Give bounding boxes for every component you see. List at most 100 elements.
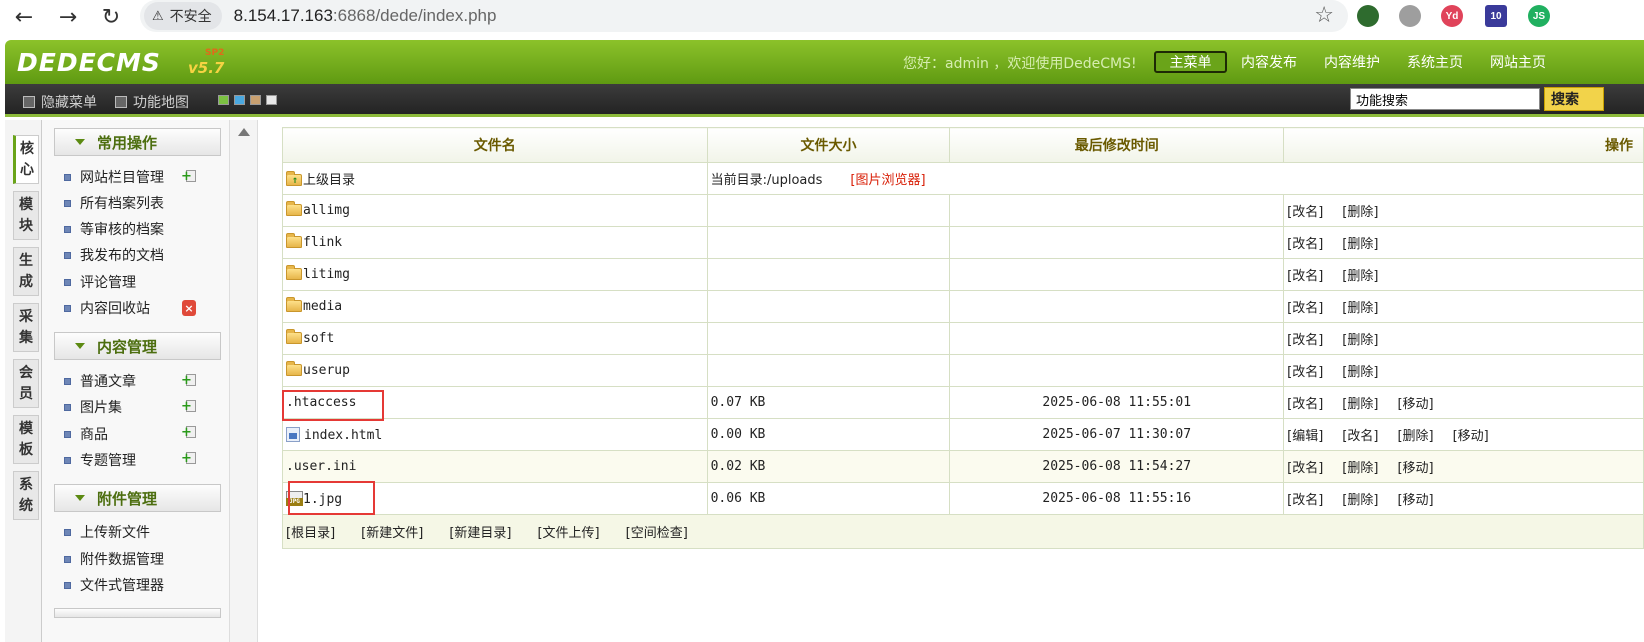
extension-icon[interactable]: 10 <box>1485 5 1507 27</box>
rename-link[interactable]: [改名] <box>1287 361 1323 380</box>
extension-icon[interactable]: Yd <box>1441 5 1463 27</box>
move-link[interactable]: [移动] <box>1397 457 1433 476</box>
delete-link[interactable]: [删除] <box>1342 233 1378 252</box>
skin-white[interactable] <box>266 95 277 105</box>
menu-item-file-manager[interactable]: 文件式管理器 <box>64 575 164 595</box>
tab-system[interactable]: 系统 <box>13 471 39 520</box>
collapse-up-icon[interactable] <box>238 128 250 136</box>
move-link[interactable]: [移动] <box>1453 425 1489 444</box>
file-link[interactable]: .htaccess <box>286 395 356 410</box>
add-topic-icon[interactable]: + <box>181 452 196 465</box>
delete-link[interactable]: [删除] <box>1397 425 1433 444</box>
tab-core[interactable]: 核心 <box>13 135 39 184</box>
nav-system-home[interactable]: 系统主页 <box>1400 51 1470 73</box>
menu-item-my-documents[interactable]: 我发布的文档 <box>64 245 164 265</box>
extension-icon[interactable]: JS <box>1528 5 1550 27</box>
menu-item-articles[interactable]: 普通文章 <box>64 371 136 391</box>
file-link[interactable]: .user.ini <box>286 459 356 474</box>
rename-link[interactable]: [改名] <box>1287 329 1323 348</box>
security-chip[interactable]: ⚠ 不安全 <box>144 2 222 30</box>
image-browser-link[interactable]: [图片浏览器] <box>850 173 925 188</box>
nav-content-maintain[interactable]: 内容维护 <box>1317 51 1387 73</box>
folder-link[interactable]: soft <box>303 331 334 346</box>
menu-item-upload-file[interactable]: 上传新文件 <box>64 522 150 542</box>
file-link[interactable]: index.html <box>304 428 382 443</box>
function-search-input[interactable] <box>1350 88 1540 110</box>
address-bar[interactable]: ⚠ 不安全 8.154.17.163:6868/dede/index.php ☆ <box>140 0 1348 32</box>
move-link[interactable]: [移动] <box>1397 489 1433 508</box>
delete-link[interactable]: [删除] <box>1342 329 1378 348</box>
extension-icon[interactable] <box>1357 5 1379 27</box>
folder-link[interactable]: userup <box>303 363 350 378</box>
rename-link[interactable]: [改名] <box>1287 457 1323 476</box>
url-text[interactable]: 8.154.17.163:6868/dede/index.php <box>234 6 497 26</box>
add-product-icon[interactable]: + <box>181 426 196 439</box>
tab-modules[interactable]: 模块 <box>13 191 39 240</box>
reload-icon[interactable]: ↻ <box>95 1 127 33</box>
function-map-button[interactable]: 功能地图 <box>115 92 189 112</box>
menu-item-attachment-data[interactable]: 附件数据管理 <box>64 549 164 569</box>
menu-item-products[interactable]: 商品 <box>64 424 108 444</box>
rename-link[interactable]: [改名] <box>1342 425 1378 444</box>
tab-generate[interactable]: 生成 <box>13 247 39 296</box>
add-image-set-icon[interactable]: + <box>181 400 196 413</box>
nav-content-publish[interactable]: 内容发布 <box>1234 51 1304 73</box>
delete-link[interactable]: [删除] <box>1342 393 1378 412</box>
clear-recycle-icon[interactable]: × <box>182 300 196 316</box>
menu-section-attachments[interactable]: 附件管理 <box>54 484 221 512</box>
tab-collect[interactable]: 采集 <box>13 303 39 352</box>
file-manager-panel: 文件名 文件大小 最后修改时间 操作 ↑ 上级目录 当前目录:/uploads [图… <box>259 120 1644 642</box>
delete-link[interactable]: [删除] <box>1342 265 1378 284</box>
file-link[interactable]: 1.jpg <box>303 492 342 507</box>
menu-item-all-archives[interactable]: 所有档案列表 <box>64 193 164 213</box>
menu-item-pending-archives[interactable]: 等审核的档案 <box>64 219 164 239</box>
rename-link[interactable]: [改名] <box>1287 233 1323 252</box>
menu-splitter[interactable] <box>230 120 258 642</box>
back-arrow-icon[interactable]: ← <box>8 1 40 33</box>
skin-blue[interactable] <box>234 95 245 105</box>
search-button[interactable]: 搜索 <box>1544 87 1604 111</box>
tab-members[interactable]: 会员 <box>13 359 39 408</box>
delete-link[interactable]: [删除] <box>1342 201 1378 220</box>
menu-item-image-sets[interactable]: 图片集 <box>64 397 122 417</box>
rename-link[interactable]: [改名] <box>1287 489 1323 508</box>
add-article-icon[interactable]: + <box>181 374 196 387</box>
add-column-icon[interactable]: + <box>181 170 196 183</box>
delete-link[interactable]: [删除] <box>1342 297 1378 316</box>
rename-link[interactable]: [改名] <box>1287 393 1323 412</box>
space-check-link[interactable]: [空间检查] <box>626 522 688 541</box>
delete-link[interactable]: [删除] <box>1342 489 1378 508</box>
parent-dir-link[interactable]: 上级目录 <box>303 173 355 188</box>
folder-link[interactable]: litimg <box>303 267 350 282</box>
folder-link[interactable]: media <box>303 299 342 314</box>
forward-arrow-icon[interactable]: → <box>52 1 84 33</box>
menu-item-column-manage[interactable]: 网站栏目管理 <box>64 167 164 187</box>
rename-link[interactable]: [改名] <box>1287 297 1323 316</box>
delete-link[interactable]: [删除] <box>1342 457 1378 476</box>
menu-item-recycle[interactable]: 内容回收站 <box>64 298 150 318</box>
extension-icon[interactable] <box>1399 5 1421 27</box>
hide-menu-button[interactable]: 隐藏菜单 <box>23 92 97 112</box>
skin-brown[interactable] <box>250 95 261 105</box>
tab-templates[interactable]: 模板 <box>13 415 39 464</box>
folder-link[interactable]: allimg <box>303 203 350 218</box>
parent-dir-cell[interactable]: ↑ 上级目录 <box>282 162 708 195</box>
rename-link[interactable]: [改名] <box>1287 265 1323 284</box>
skin-green[interactable] <box>218 95 229 105</box>
root-dir-link[interactable]: [根目录] <box>286 522 335 541</box>
new-file-link[interactable]: [新建文件] <box>361 522 423 541</box>
upload-file-link[interactable]: [文件上传] <box>537 522 599 541</box>
nav-site-home[interactable]: 网站主页 <box>1483 51 1553 73</box>
delete-link[interactable]: [删除] <box>1342 361 1378 380</box>
menu-item-comments[interactable]: 评论管理 <box>64 272 136 292</box>
rename-link[interactable]: [改名] <box>1287 201 1323 220</box>
menu-item-topics[interactable]: 专题管理 <box>64 450 136 470</box>
nav-main-menu[interactable]: 主菜单 <box>1154 51 1227 73</box>
folder-link[interactable]: flink <box>303 235 342 250</box>
menu-section-common[interactable]: 常用操作 <box>54 128 221 156</box>
edit-link[interactable]: [编辑] <box>1287 425 1323 444</box>
move-link[interactable]: [移动] <box>1397 393 1433 412</box>
bookmark-star-icon[interactable]: ☆ <box>1314 3 1334 28</box>
new-dir-link[interactable]: [新建目录] <box>449 522 511 541</box>
menu-section-content[interactable]: 内容管理 <box>54 332 221 360</box>
